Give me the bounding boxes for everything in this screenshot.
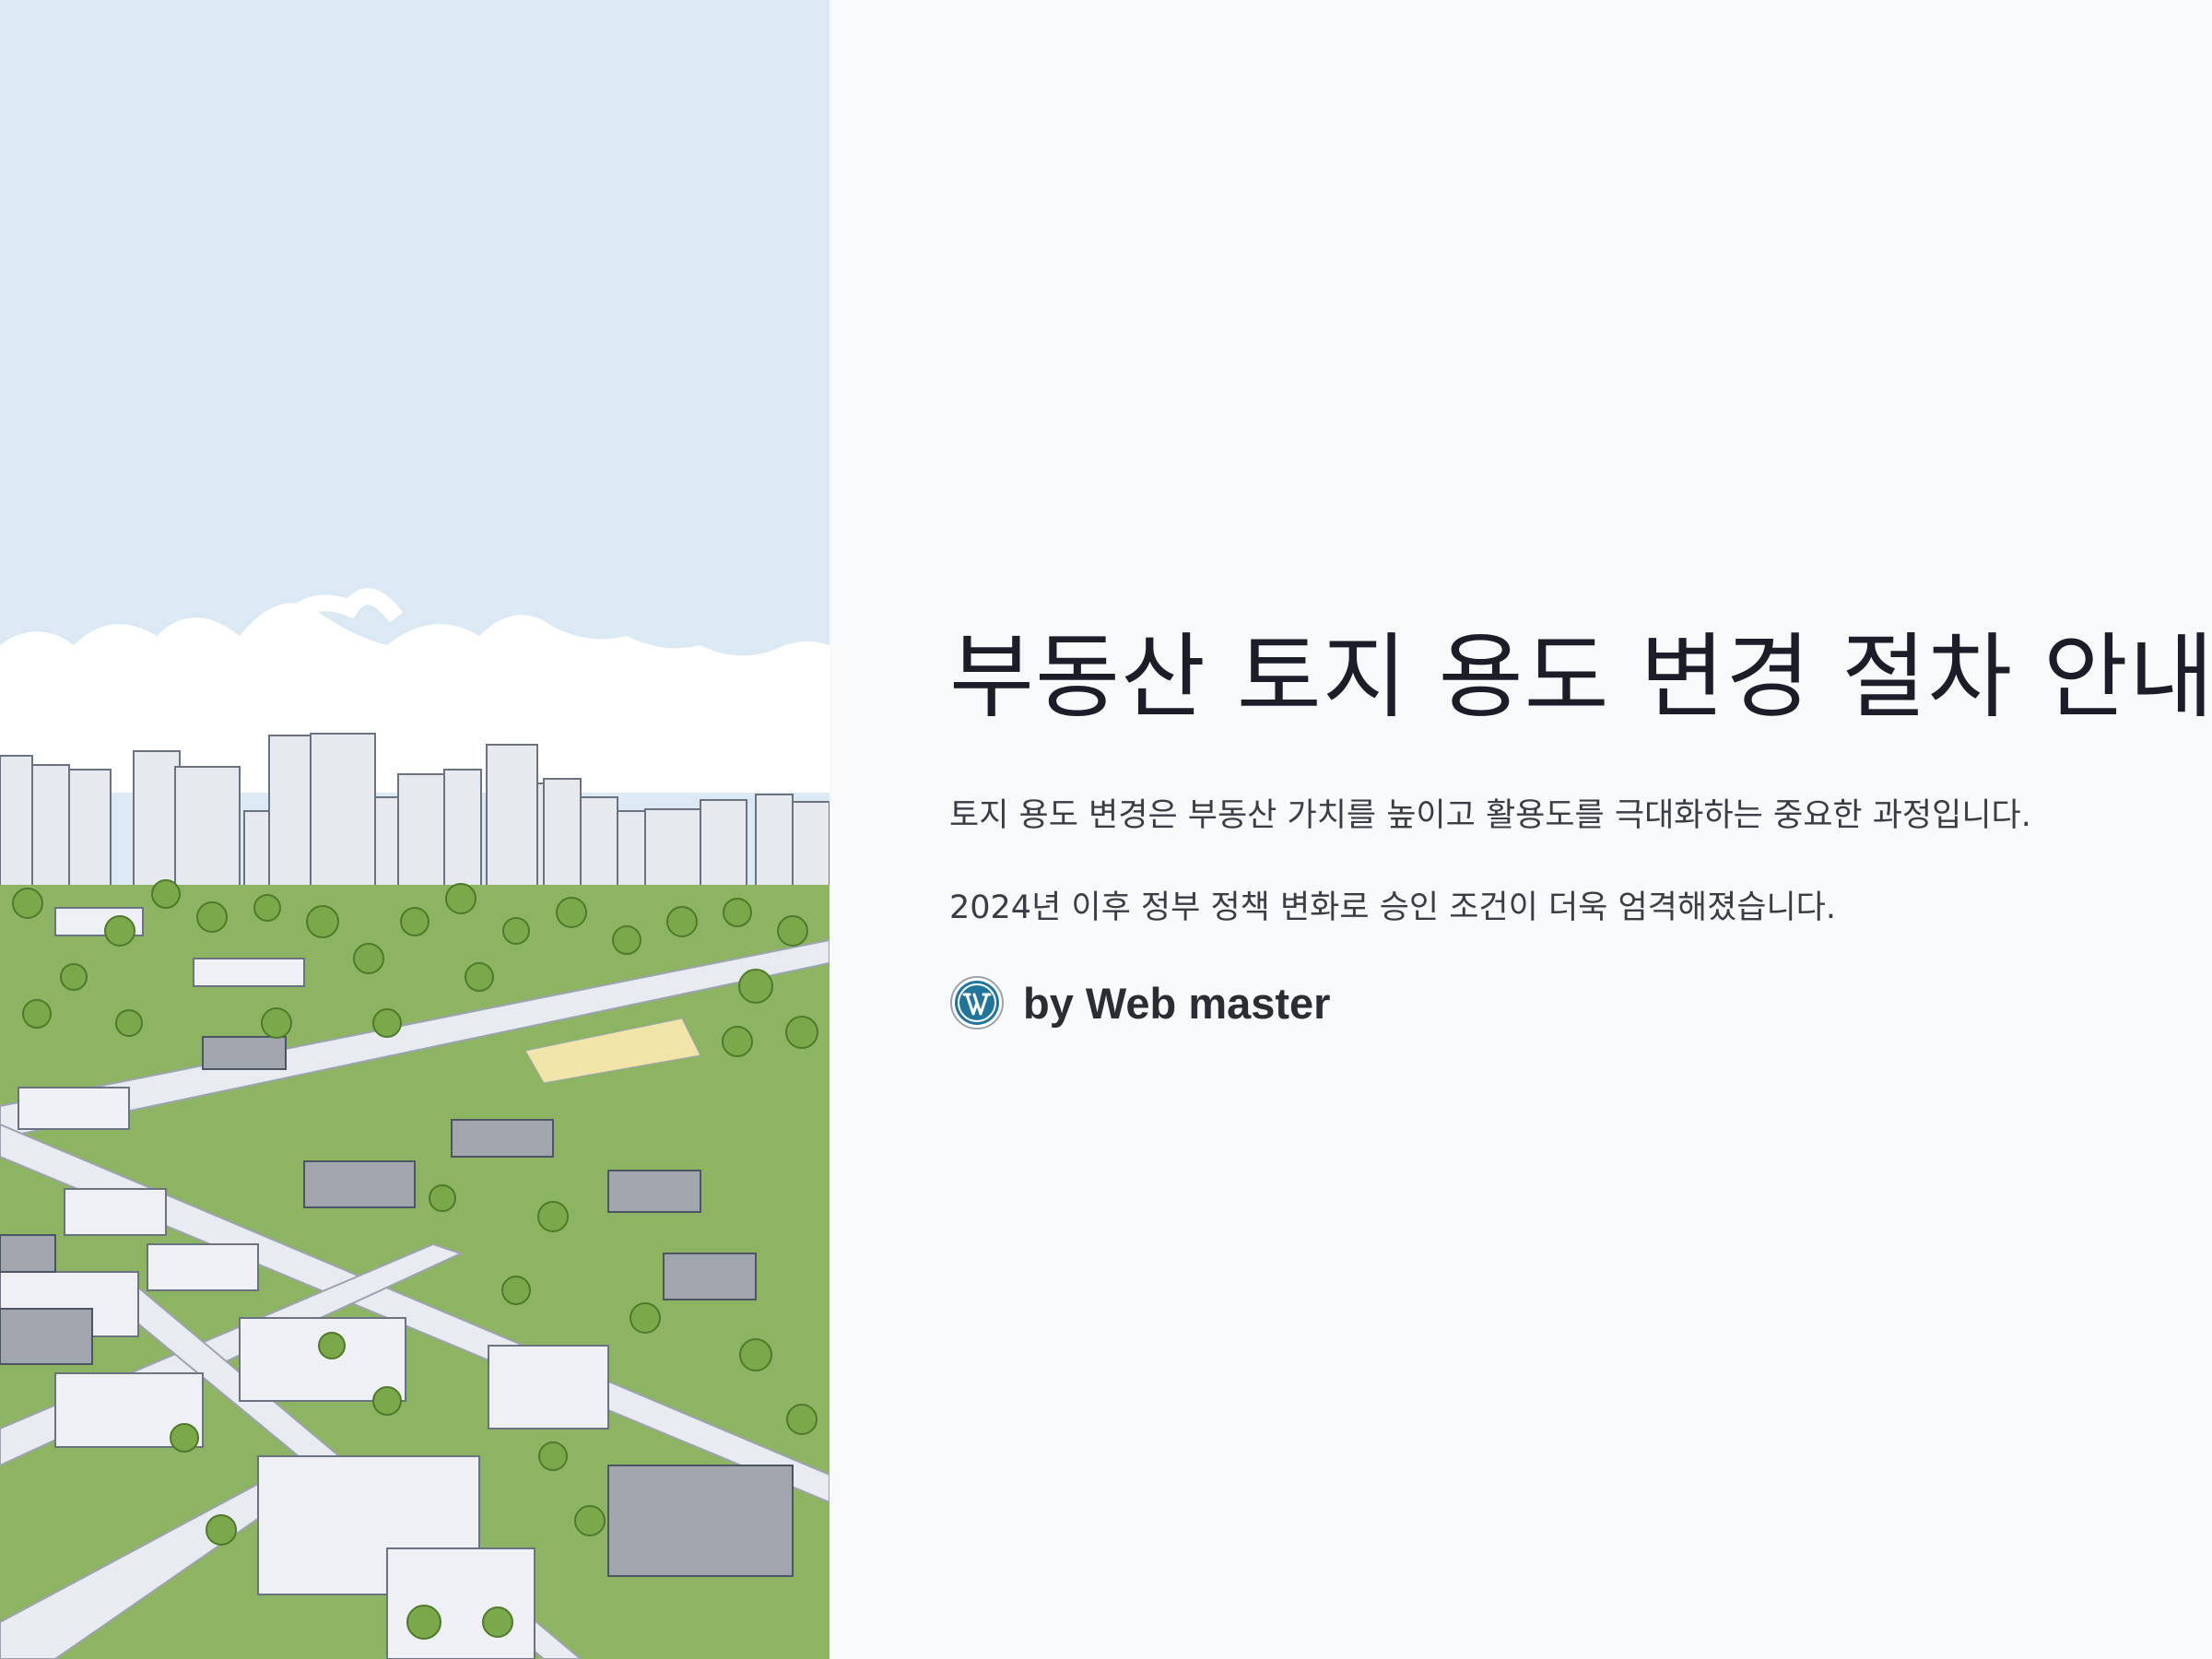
city-illustration-svg <box>0 0 830 1659</box>
article-content: 부동산 토지 용도 변경 절차 안내 토지 용도 변경은 부동산 가치를 높이고… <box>949 608 2212 1030</box>
intro-paragraph: 토지 용도 변경은 부동산 가치를 높이고 활용도를 극대화하는 중요한 과정입… <box>949 797 2031 834</box>
policy-paragraph: 2024년 이후 정부 정책 변화로 승인 조건이 더욱 엄격해졌습니다. <box>949 889 1837 926</box>
wordpress-logo-icon <box>949 975 1005 1030</box>
page-title: 부동산 토지 용도 변경 절차 안내 <box>949 623 2212 731</box>
author-byline[interactable]: by Web master <box>949 975 2147 1030</box>
author-name: by Web master <box>1023 978 1331 1028</box>
city-illustration <box>0 0 830 1659</box>
page: 부동산 토지 용도 변경 절차 안내 토지 용도 변경은 부동산 가치를 높이고… <box>0 0 2212 1659</box>
